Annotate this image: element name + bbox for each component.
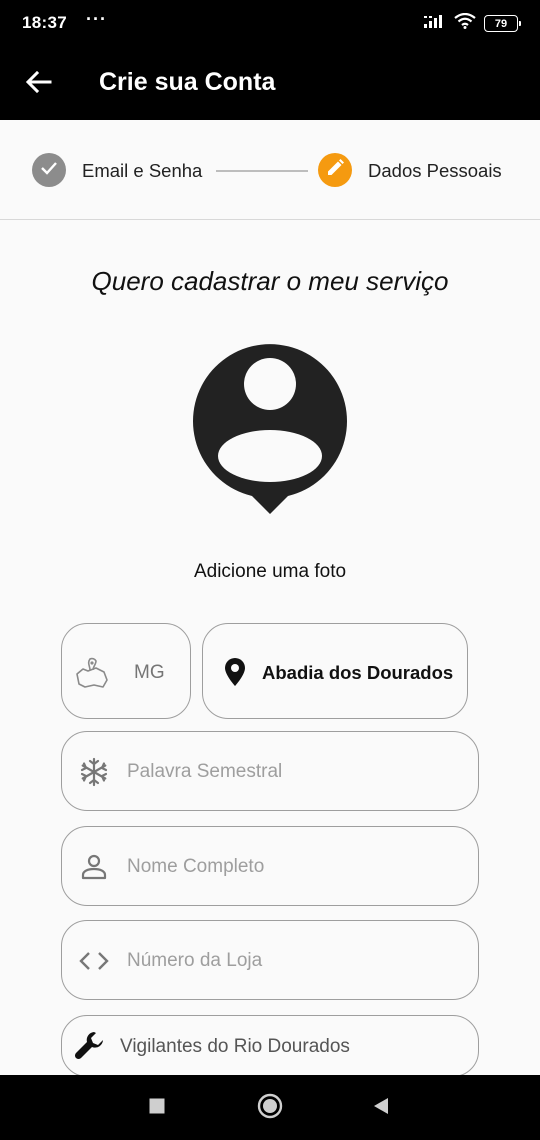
store-number-placeholder: Número da Loja	[127, 950, 263, 971]
step-connector	[216, 170, 308, 172]
snowflake-icon	[78, 756, 110, 788]
person-icon	[78, 851, 110, 883]
pencil-icon	[326, 158, 344, 182]
square-recent-icon	[148, 1097, 166, 1120]
city-value: Abadia dos Dourados	[262, 662, 454, 683]
semester-word-placeholder: Palavra Semestral	[127, 761, 283, 782]
step-email-indicator[interactable]	[32, 153, 66, 187]
state-select[interactable]: MG	[61, 623, 191, 719]
back-button[interactable]	[20, 66, 58, 102]
step-email-label[interactable]: Email e Senha	[82, 160, 202, 182]
system-back-button[interactable]	[366, 1093, 396, 1123]
wrench-icon	[74, 1030, 106, 1062]
full-name-field[interactable]: Nome Completo	[61, 826, 479, 906]
arrow-left-icon	[25, 70, 52, 98]
status-bar: 18:37 ··· 79	[0, 0, 540, 48]
home-button[interactable]	[255, 1093, 285, 1123]
triangle-back-icon	[372, 1096, 390, 1121]
map-location-icon	[74, 654, 110, 690]
battery-icon: 79	[484, 15, 521, 32]
code-icon	[78, 945, 110, 977]
full-name-placeholder: Nome Completo	[127, 856, 265, 877]
account-pin-icon	[190, 344, 350, 522]
semester-word-field[interactable]: Palavra Semestral	[61, 731, 479, 811]
app-bar: Crie sua Conta	[0, 48, 540, 120]
wifi-icon	[454, 12, 476, 34]
step-personal-label[interactable]: Dados Pessoais	[368, 160, 502, 182]
stepper: Email e Senha Dados Pessoais	[0, 120, 540, 220]
recent-apps-button[interactable]	[142, 1093, 172, 1123]
signal-icon	[424, 14, 446, 33]
notification-dots: ···	[86, 9, 107, 29]
store-number-field[interactable]: Número da Loja	[61, 920, 479, 1000]
check-icon	[40, 161, 58, 180]
system-nav-bar	[0, 1075, 540, 1140]
location-pin-icon	[221, 657, 249, 687]
form-heading: Quero cadastrar o meu serviço	[91, 266, 449, 296]
step-personal-indicator[interactable]	[318, 153, 352, 187]
circle-home-icon	[256, 1092, 284, 1125]
state-value: MG	[134, 662, 165, 683]
status-time: 18:37	[22, 13, 67, 32]
page-title: Crie sua Conta	[99, 68, 276, 96]
city-select[interactable]: Abadia dos Dourados	[202, 623, 468, 719]
add-photo-button[interactable]	[190, 342, 350, 518]
add-photo-label: Adicione uma foto	[193, 561, 347, 582]
status-icons: 79	[424, 12, 521, 34]
group-value: Vigilantes do Rio Dourados	[120, 1036, 350, 1057]
group-field[interactable]: Vigilantes do Rio Dourados	[61, 1015, 479, 1077]
